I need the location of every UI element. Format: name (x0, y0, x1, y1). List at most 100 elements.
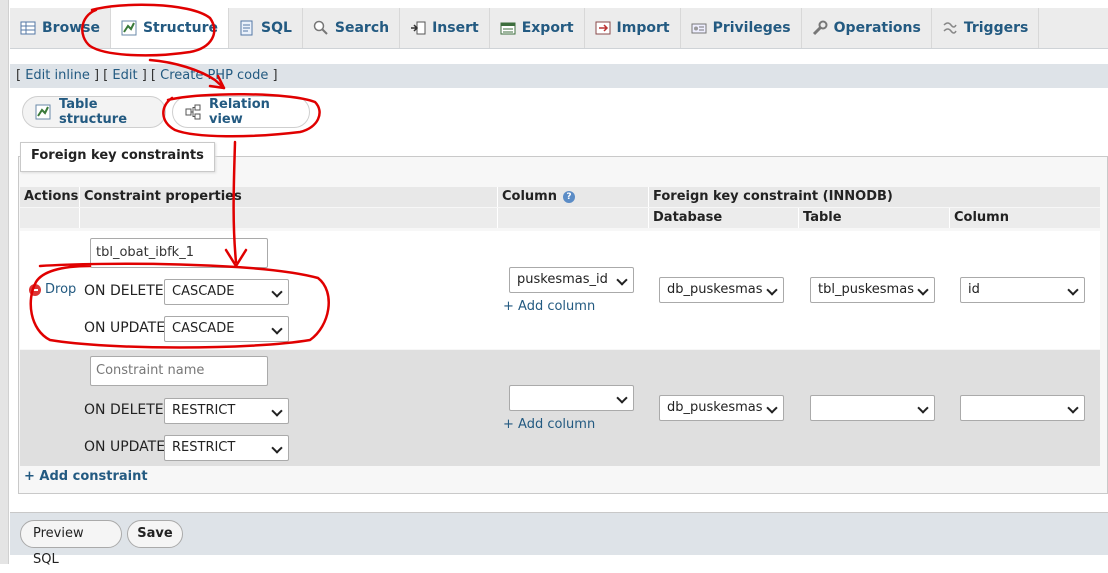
add-constraint-link[interactable]: + Add constraint (24, 469, 148, 484)
save-button[interactable]: Save (127, 520, 183, 548)
sql-icon (239, 20, 255, 36)
header-column: Column? (498, 187, 649, 207)
new-ref-column-select[interactable] (960, 395, 1085, 421)
on-delete-value: CASCADE (172, 284, 235, 299)
tab-search-label: Search (334, 20, 390, 36)
tab-import-label: Import (616, 20, 670, 36)
tab-structure[interactable]: Structure (110, 8, 229, 48)
table-select[interactable]: tbl_puskesmas (810, 277, 935, 303)
chevron-down-icon (271, 405, 283, 417)
left-panel-edge (0, 0, 9, 564)
tab-search[interactable]: Search (303, 8, 401, 48)
database-value: db_puskesmas (667, 282, 763, 297)
preview-sql-button[interactable]: Preview SQL (20, 520, 122, 567)
header-column-label: Column (502, 189, 557, 204)
search-icon (313, 20, 329, 36)
table-value: tbl_puskesmas (818, 282, 914, 297)
tab-browse-label: Browse (42, 20, 100, 36)
ref-column-select[interactable]: id (960, 277, 1085, 303)
new-on-delete-select[interactable]: RESTRICT (164, 398, 289, 424)
header-database: Database (649, 208, 799, 228)
table-structure-icon (35, 104, 51, 120)
help-icon[interactable]: ? (562, 190, 575, 203)
add-column-link[interactable]: + Add column (503, 299, 595, 314)
column-value: puskesmas_id (517, 272, 608, 287)
on-delete-select[interactable]: CASCADE (164, 279, 289, 305)
header-ref-column: Column (950, 208, 1100, 228)
foreign-key-legend: Foreign key constraints (20, 142, 215, 172)
chevron-down-icon (1067, 284, 1079, 296)
browse-icon (20, 20, 36, 36)
ref-column-value: id (968, 282, 980, 297)
tab-insert[interactable]: Insert (400, 8, 490, 48)
tab-browse[interactable]: Browse (10, 8, 111, 48)
subtab-table-structure[interactable]: Table structure (22, 96, 166, 128)
header-constraint-properties: Constraint properties (80, 187, 498, 207)
chevron-down-icon (271, 323, 283, 335)
chevron-down-icon (766, 284, 778, 296)
header-blank-2 (80, 208, 498, 228)
header-blank-1 (20, 208, 80, 228)
tab-triggers[interactable]: Triggers (932, 8, 1040, 48)
on-delete-label: ON DELETE (84, 283, 164, 299)
constraint-name-input[interactable]: tbl_obat_ibfk_1 (90, 238, 268, 268)
drop-icon (29, 283, 41, 296)
on-update-label: ON UPDATE (84, 439, 166, 455)
export-icon (500, 20, 516, 36)
wrench-icon (812, 20, 828, 36)
chevron-down-icon (1067, 402, 1079, 414)
insert-icon (410, 20, 426, 36)
tab-export[interactable]: Export (490, 8, 585, 48)
new-database-select[interactable]: db_puskesmas (659, 395, 784, 421)
tab-operations[interactable]: Operations (802, 8, 932, 48)
tab-privileges[interactable]: Privileges (681, 8, 802, 48)
tab-triggers-label: Triggers (963, 20, 1029, 36)
on-update-label: ON UPDATE (84, 320, 166, 336)
edit-inline-link[interactable]: Edit inline (25, 68, 90, 83)
subtab-table-structure-label: Table structure (59, 97, 128, 127)
tab-insert-label: Insert (432, 20, 479, 36)
new-on-update-select[interactable]: RESTRICT (164, 435, 289, 461)
on-update-select[interactable]: CASCADE (164, 316, 289, 342)
new-constraint-name-input[interactable]: Constraint name (90, 356, 268, 386)
chevron-down-icon (271, 286, 283, 298)
tab-privileges-label: Privileges (712, 20, 791, 36)
header-actions: Actions (20, 187, 80, 207)
database-select[interactable]: db_puskesmas (659, 277, 784, 303)
tab-sql-label: SQL (260, 20, 292, 36)
subtab-relation-view[interactable]: Relation view (172, 96, 310, 128)
tab-structure-label: Structure (142, 20, 218, 36)
tab-import[interactable]: Import (585, 8, 681, 48)
new-on-update-value: RESTRICT (172, 440, 236, 455)
privileges-icon (691, 20, 707, 36)
action-links-bar: [ Edit inline ] [ Edit ] [ Create PHP co… (10, 64, 1108, 88)
chevron-down-icon (766, 402, 778, 414)
create-php-code-link[interactable]: Create PHP code (160, 68, 268, 83)
on-delete-label: ON DELETE (84, 402, 164, 418)
new-on-delete-value: RESTRICT (172, 403, 236, 418)
column-select[interactable]: puskesmas_id (509, 267, 634, 293)
drop-label: Drop (45, 282, 77, 297)
drop-button[interactable]: Drop (29, 282, 76, 297)
new-table-select[interactable] (810, 395, 935, 421)
triggers-icon (942, 20, 958, 36)
chevron-down-icon (616, 392, 628, 404)
header-table: Table (799, 208, 950, 228)
subtab-relation-view-label: Relation view (209, 97, 270, 127)
structure-icon (121, 20, 137, 36)
chevron-down-icon (271, 442, 283, 454)
new-database-value: db_puskesmas (667, 400, 763, 415)
relation-icon (185, 104, 201, 120)
new-add-column-link[interactable]: + Add column (503, 417, 595, 432)
tab-sql[interactable]: SQL (229, 8, 303, 48)
new-column-select[interactable] (509, 385, 634, 411)
edit-link[interactable]: Edit (112, 68, 137, 83)
header-blank-3 (498, 208, 649, 228)
header-fk-constraint: Foreign key constraint (INNODB) (649, 187, 1100, 207)
main-tab-bar: Browse Structure SQL Search Insert Expor… (10, 8, 1108, 49)
tab-operations-label: Operations (833, 20, 921, 36)
chevron-down-icon (917, 402, 929, 414)
on-update-value: CASCADE (172, 321, 235, 336)
chevron-down-icon (616, 274, 628, 286)
import-icon (595, 20, 611, 36)
